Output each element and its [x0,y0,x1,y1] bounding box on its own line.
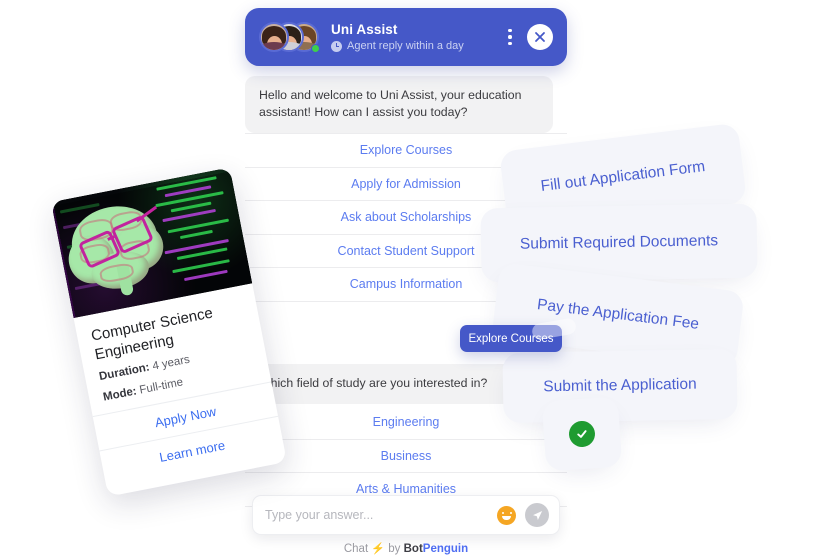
bot-welcome-message: Hello and welcome to Uni Assist, your ed… [245,76,553,133]
close-button[interactable] [527,24,553,50]
step-label: Submit the Application [543,375,697,396]
brand-bot: Bot [403,543,423,555]
bolt-icon: ⚡ [371,543,386,555]
agent-avatars [259,20,321,54]
send-button[interactable] [525,503,549,527]
close-icon [535,32,545,42]
duration-label: Duration: [98,361,151,384]
smiley-icon[interactable] [497,505,516,525]
chat-header: Uni Assist Agent reply within a day [245,8,567,66]
send-paper-plane-icon [532,510,542,520]
step-label: Submit Required Documents [519,232,719,253]
brand-penguin: Penguin [422,543,469,555]
step-card-submit-required-documents[interactable]: Submit Required Documents [480,203,758,283]
header-text: Uni Assist Agent reply within a day [331,22,500,53]
footer-prefix: Chat [343,543,369,555]
chat-footer: Chat ⚡ by BotPenguin [245,542,567,555]
answer-input[interactable] [263,507,497,523]
step-card-completed [541,396,623,472]
online-status-dot [311,44,320,53]
clock-icon [331,40,342,52]
avatar [259,22,289,52]
sent-reply-label: Explore Courses [468,332,554,345]
option-business[interactable]: Business [245,439,567,473]
kebab-menu-icon[interactable] [500,25,520,49]
mode-label: Mode: [102,385,138,404]
step-card-submit-the-application[interactable]: Submit the Application [502,348,738,424]
agent-reply-text: Agent reply within a day [347,39,464,52]
message-composer [253,496,559,534]
footer-by: by [388,543,401,555]
bot-name: Uni Assist [331,21,398,37]
duration-value: 4 years [151,353,191,373]
check-mark-icon [577,430,587,438]
agent-status: Agent reply within a day [331,40,500,53]
mode-value: Full-time [138,376,185,397]
sent-reply-explore-courses: Explore Courses [460,325,562,352]
